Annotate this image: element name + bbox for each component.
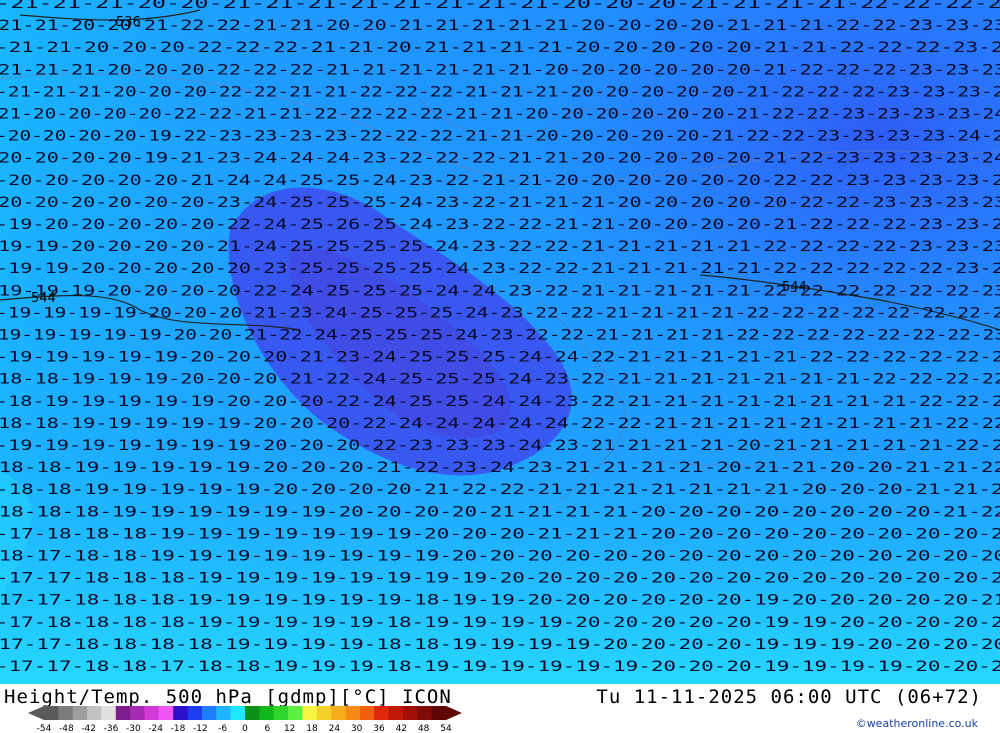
colorbar-swatch [216, 706, 232, 720]
temperature-label-row: -18-18-19-19-19-19-19-20-20-20-22-24-24-… [0, 416, 1000, 432]
colorbar-swatch [417, 706, 433, 720]
temperature-label-row: -17-17-18-18-18-19-19-19-19-19-19-18-19-… [0, 593, 1000, 609]
isoline-label-536: 536 [116, 15, 141, 30]
colorbar-arrow-left [28, 706, 44, 720]
colorbar-arrow-right [446, 706, 462, 720]
temperature-label-row: -19-19-19-19-19-19-19-20-20-20-22-23-23-… [0, 438, 1000, 454]
colorbar-tick-label: 0 [242, 724, 248, 732]
colorbar-swatch [402, 706, 418, 720]
temperature-label-row: -17-18-18-18-19-19-19-19-19-19-19-20-20-… [0, 526, 1000, 542]
isoline-label-544: 544 [31, 291, 56, 306]
colorbar-ticks: -54 -48 -42 -36 -30 -24 -18 -12 -6 0 6 12 18 24 30 36 42… [37, 724, 452, 732]
colorbar-swatch [87, 706, 102, 720]
temperature-label-row: -20-20-20-20-20-21-24-24-25-25-24-23-22-… [0, 173, 1000, 189]
colorbar-tick-label: 18 [306, 724, 318, 732]
colorbar-tick-label: 36 [373, 724, 385, 732]
colorbar-swatch [173, 706, 189, 720]
temperature-label-row: -19-19-19-19-19-20-20-21-22-24-25-25-25-… [0, 328, 1000, 344]
colorbar-tick-label: 30 [351, 724, 363, 732]
temperature-label-row: -19-19-20-20-20-20-21-24-25-25-25-25-24-… [0, 239, 1000, 255]
colorbar-swatch [245, 706, 260, 720]
colorbar-tick-label: -42 [81, 724, 96, 732]
colorbar-tick-label: -36 [104, 724, 119, 732]
colorbar-tick-label: -30 [126, 724, 141, 732]
colorbar-tick-label: -24 [148, 724, 163, 732]
temperature-label-row: -17-17-18-18-18-19-19-19-19-19-19-19-19-… [0, 571, 1000, 587]
temperature-label-row: -17-18-18-18-18-19-19-19-19-19-18-19-19-… [0, 615, 1000, 631]
temperature-label-row: -20-20-20-20-19-22-23-23-23-23-22-22-22-… [0, 129, 1000, 145]
credit-link[interactable]: ©weatheronline.co.uk [856, 717, 978, 730]
colorbar-swatch [158, 706, 174, 720]
isoline-label-544: 544 [782, 280, 807, 295]
colorbar-swatch [101, 706, 117, 720]
temperature-label-row: -18-18-18-19-19-19-19-19-19-20-20-20-20-… [0, 504, 1000, 520]
map-title: Height/Temp. 500 hPa [gdmp][°C] ICON [4, 686, 452, 708]
colorbar-swatch [72, 706, 88, 720]
colorbar-swatch [58, 706, 74, 720]
map-canvas: -21-21-21-20-20-21-21-21-21-21-21-21-21-… [0, 0, 1000, 684]
colorbar-swatches [28, 706, 462, 720]
temperature-label-row: -21-21-20-20-20-22-22-22-21-21-20-21-21-… [0, 40, 1000, 56]
temperature-label-row: -19-19-19-19-20-20-20-21-23-24-25-25-25-… [0, 305, 1000, 321]
colorbar-swatch [201, 706, 217, 720]
temperature-label-row: -18-19-19-19-19-19-20-20-20-22-24-25-25-… [0, 394, 1000, 410]
temperature-label-row: -21-21-21-20-20-21-21-21-21-21-21-21-21-… [0, 0, 1000, 12]
colorbar-swatch [331, 706, 346, 720]
weather-map: -21-21-21-20-20-21-21-21-21-21-21-21-21-… [0, 0, 1000, 684]
colorbar-swatch [288, 706, 303, 720]
colorbar-tick-label: 6 [264, 724, 270, 732]
colorbar-swatch [259, 706, 275, 720]
colorbar-tick-label: 42 [396, 724, 407, 732]
colorbar-swatch [302, 706, 318, 720]
forecast-datetime: Tu 11-11-2025 06:00 UTC (06+72) [596, 686, 982, 708]
colorbar-swatch [144, 706, 160, 720]
colorbar-tick-label: 48 [418, 724, 430, 732]
colorbar-swatch [388, 706, 404, 720]
temperature-label-row: -19-19-20-20-20-20-20-23-25-25-25-25-24-… [0, 261, 1000, 277]
temperature-label-row: -17-17-18-18-18-18-19-19-19-19-18-18-19-… [0, 637, 1000, 653]
temperature-label-row: -21-20-20-20-20-22-22-21-21-22-22-22-22-… [0, 107, 1000, 123]
temperature-label-row: -17-17-18-18-17-18-18-19-19-19-18-19-19-… [0, 659, 1000, 675]
temperature-label-row: -21-21-20-20-21-22-22-21-21-20-20-21-21-… [0, 18, 1000, 34]
colorbar-tick-label: 24 [329, 724, 341, 732]
colorbar-tick-label: -54 [37, 724, 52, 732]
legend-footer: Height/Temp. 500 hPa [gdmp][°C] ICON Tu … [0, 684, 1000, 733]
temperature-label-row: -21-21-21-20-20-20-22-22-22-21-21-21-21-… [0, 62, 1000, 78]
colorbar-tick-label: 54 [440, 724, 452, 732]
colorbar-swatch [44, 706, 59, 720]
temperature-colorbar: -54 -48 -42 -36 -30 -24 -18 -12 -6 0 6 12 18 24 30 36 42… [28, 706, 462, 732]
colorbar-swatch [359, 706, 375, 720]
temperature-label-row: -19-19-19-20-20-20-20-22-24-25-25-25-24-… [0, 283, 1000, 299]
temperature-label-row: -20-20-20-20-20-20-23-24-25-25-25-24-23-… [0, 195, 1000, 211]
temperature-label-row: -18-17-18-18-19-19-19-19-19-19-19-19-20-… [0, 549, 1000, 565]
colorbar-swatch [431, 706, 447, 720]
temperature-label-row: -19-20-20-20-20-20-22-24-25-26-25-24-23-… [0, 217, 1000, 233]
colorbar-tick-label: 12 [284, 724, 295, 732]
temperature-label-row: -18-18-19-19-19-20-20-20-21-22-24-25-25-… [0, 372, 1000, 388]
colorbar-swatch [345, 706, 361, 720]
temperature-label-row: -19-19-19-19-19-20-20-20-21-23-24-25-25-… [0, 350, 1000, 366]
colorbar-swatch [374, 706, 390, 720]
colorbar-swatch [187, 706, 203, 720]
colorbar-swatch [115, 706, 131, 720]
colorbar-swatch [316, 706, 332, 720]
temperature-label-row: -20-20-20-20-19-21-23-24-24-24-23-22-22-… [0, 151, 1000, 167]
colorbar-tick-label: -6 [218, 724, 227, 732]
temperature-label-row: -18-18-19-19-19-19-19-20-20-20-20-21-22-… [0, 482, 1000, 498]
colorbar-swatch [273, 706, 289, 720]
colorbar-tick-label: -12 [193, 724, 208, 732]
colorbar-tick-label: -48 [59, 724, 74, 732]
temperature-label-row: -18-18-19-19-19-19-19-20-20-20-21-22-23-… [0, 460, 1000, 476]
colorbar-swatch [230, 706, 246, 720]
temperature-label-row: -21-21-21-20-20-20-22-22-21-21-22-22-22-… [0, 84, 1000, 100]
colorbar-swatch [130, 706, 145, 720]
colorbar-tick-label: -18 [171, 724, 186, 732]
